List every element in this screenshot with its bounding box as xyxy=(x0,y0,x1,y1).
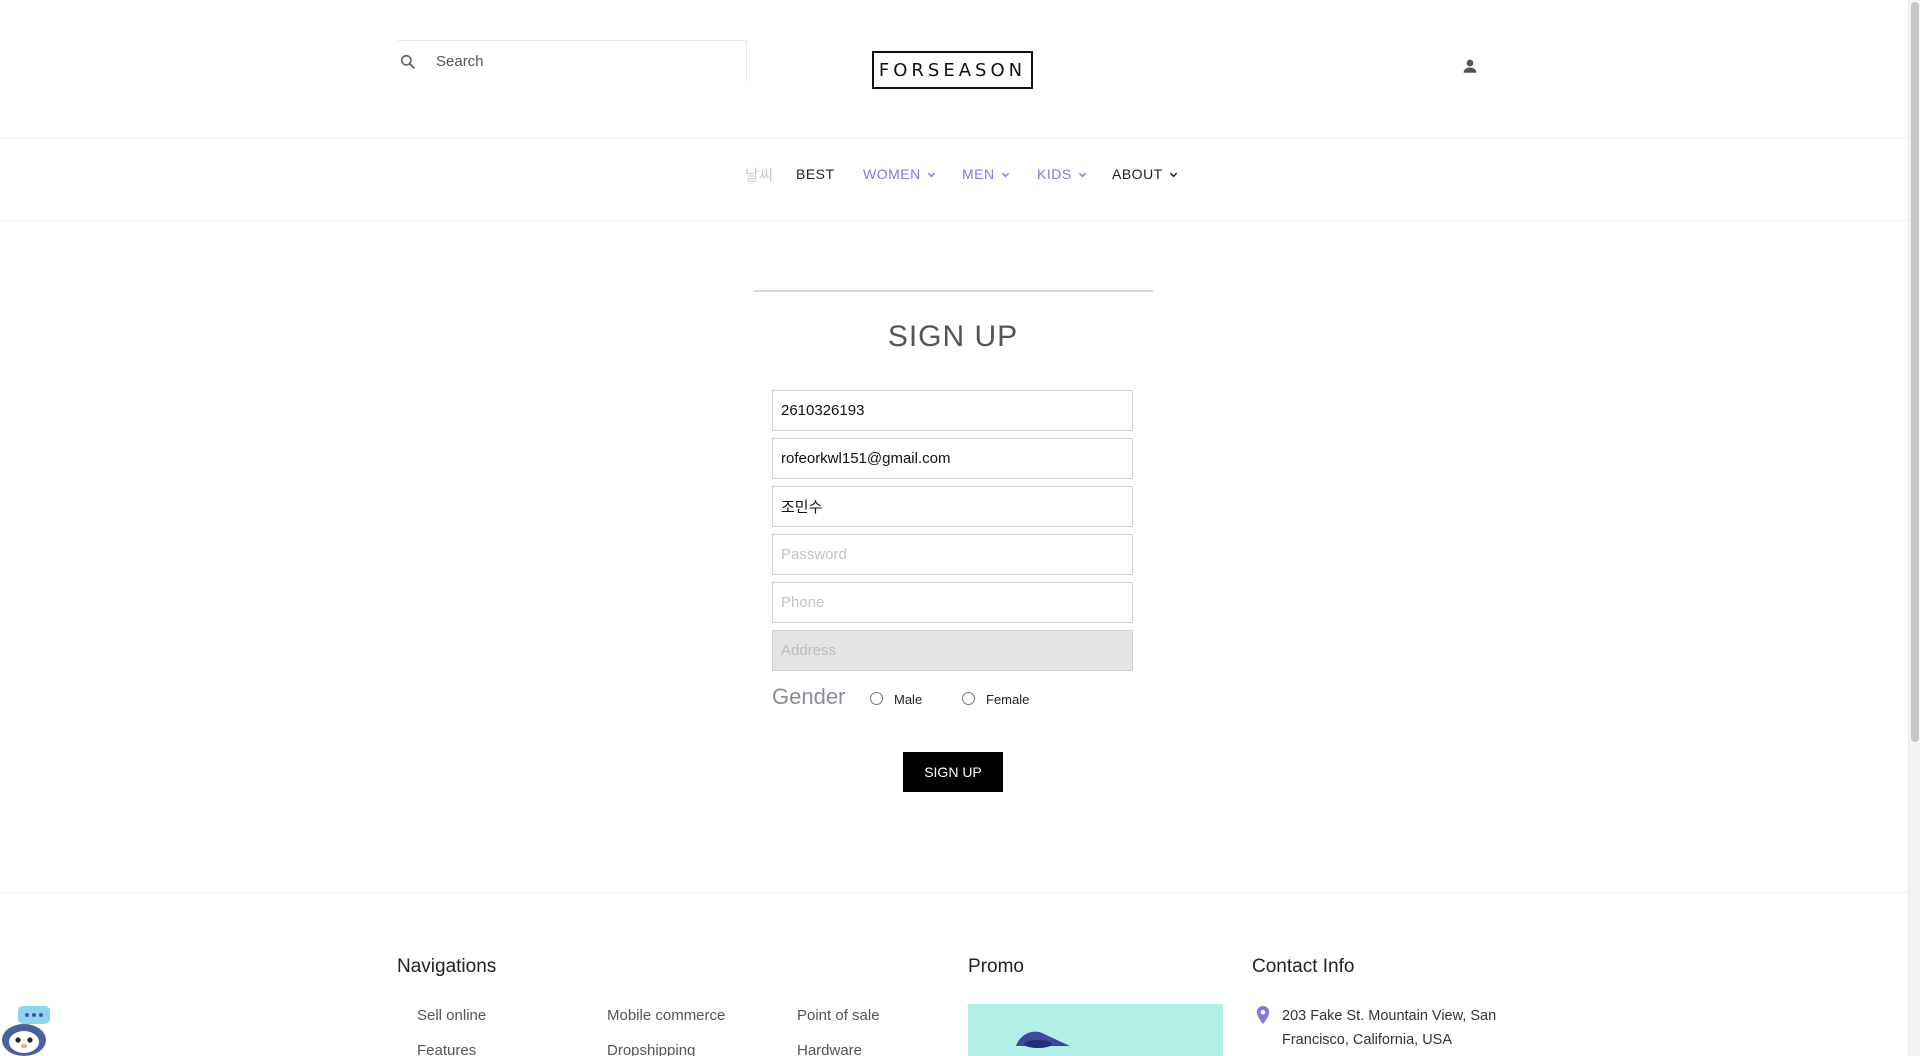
user-id-field[interactable] xyxy=(772,390,1133,431)
nav-item-label: MEN xyxy=(962,166,995,182)
search-icon[interactable] xyxy=(398,52,418,72)
scrollbar-thumb[interactable] xyxy=(1911,2,1919,742)
nav-item-women[interactable]: WOMEN xyxy=(863,162,936,186)
location-pin-icon xyxy=(1256,1006,1270,1024)
search-box xyxy=(398,40,747,81)
main-nav: 날씨 BEST WOMEN MEN KIDS ABOUT xyxy=(0,140,1908,221)
nav-item-about[interactable]: ABOUT xyxy=(1112,162,1178,186)
nav-item-men[interactable]: MEN xyxy=(962,162,1010,186)
nav-item-best[interactable]: BEST xyxy=(796,162,835,186)
nav-item-label: 날씨 xyxy=(745,166,774,184)
contact-address: 203 Fake St. Mountain View, San Francisc… xyxy=(1282,1008,1497,1048)
footer-link[interactable]: Hardware xyxy=(797,1042,862,1056)
footer-navigations-title: Navigations xyxy=(397,956,497,977)
chat-bot-icon[interactable] xyxy=(0,1002,52,1056)
page-scrollbar[interactable] xyxy=(1908,0,1920,1056)
site-logo[interactable]: FORSEASON xyxy=(872,51,1033,89)
nav-item-label: WOMEN xyxy=(863,166,921,182)
chevron-down-icon xyxy=(927,172,935,177)
chevron-down-icon xyxy=(1169,172,1177,177)
chevron-down-icon xyxy=(1001,172,1009,177)
footer-link[interactable]: Sell online xyxy=(417,1007,486,1024)
footer-link[interactable]: Dropshipping xyxy=(607,1042,695,1056)
form-divider xyxy=(753,290,1153,292)
name-field[interactable] xyxy=(772,486,1133,527)
search-input[interactable] xyxy=(436,41,736,81)
promo-image[interactable] xyxy=(968,1004,1223,1056)
nav-item-kids[interactable]: KIDS xyxy=(1037,162,1087,186)
chevron-down-icon xyxy=(1078,172,1086,177)
footer-link[interactable]: Features xyxy=(417,1042,476,1056)
gender-male-label: Male xyxy=(894,692,923,707)
footer-link[interactable]: Mobile commerce xyxy=(607,1007,725,1024)
shoe-image xyxy=(1016,1031,1070,1048)
nav-item-weather[interactable]: 날씨 xyxy=(745,162,774,186)
footer-promo-title: Promo xyxy=(968,956,1024,977)
footer-contact-title: Contact Info xyxy=(1252,956,1355,977)
gender-female-label: Female xyxy=(986,692,1030,707)
sign-up-button[interactable]: SIGN UP xyxy=(903,752,1003,792)
page-title: SIGN UP xyxy=(887,320,1019,353)
gender-male-radio[interactable] xyxy=(870,692,883,705)
password-field[interactable] xyxy=(772,534,1133,575)
nav-item-label: BEST xyxy=(796,166,835,182)
gender-label: Gender xyxy=(772,684,846,709)
footer-link[interactable]: Point of sale xyxy=(797,1007,880,1024)
nav-item-label: KIDS xyxy=(1037,166,1072,182)
address-field[interactable] xyxy=(772,630,1133,671)
gender-female-radio[interactable] xyxy=(962,692,975,705)
footer-divider xyxy=(0,892,1908,893)
email-field[interactable] xyxy=(772,438,1133,479)
site-header: FORSEASON xyxy=(0,0,1908,139)
nav-item-label: ABOUT xyxy=(1112,166,1163,182)
user-account-icon[interactable] xyxy=(1461,57,1479,75)
phone-field[interactable] xyxy=(772,582,1133,623)
